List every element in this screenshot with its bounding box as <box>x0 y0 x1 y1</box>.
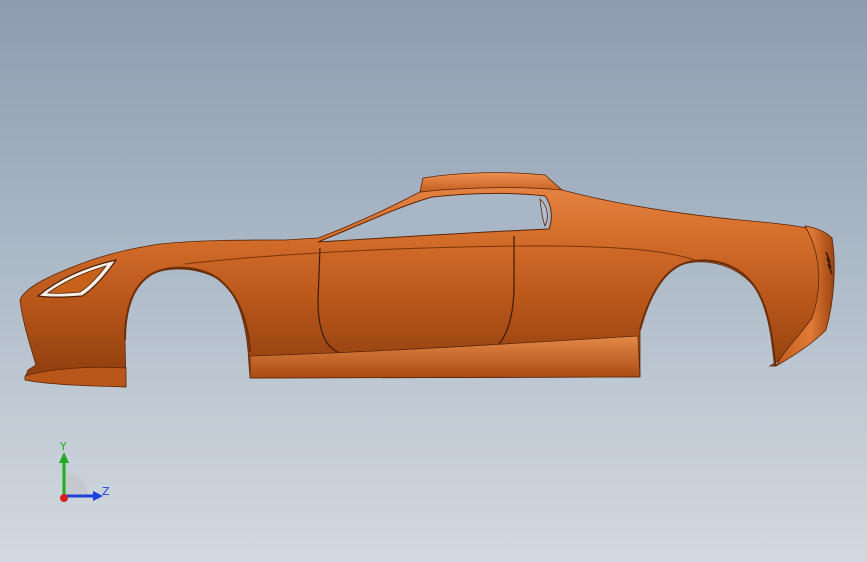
car-body-model[interactable] <box>0 0 867 562</box>
graphics-viewport[interactable]: Y Z <box>0 0 867 562</box>
y-axis-label: Y <box>59 440 67 453</box>
triad-plane-indicator <box>64 472 88 496</box>
coordinate-triad[interactable]: Y Z <box>40 438 120 518</box>
z-axis-label: Z <box>102 485 110 498</box>
x-axis-point <box>60 494 68 502</box>
y-axis-arrowhead <box>59 452 69 463</box>
